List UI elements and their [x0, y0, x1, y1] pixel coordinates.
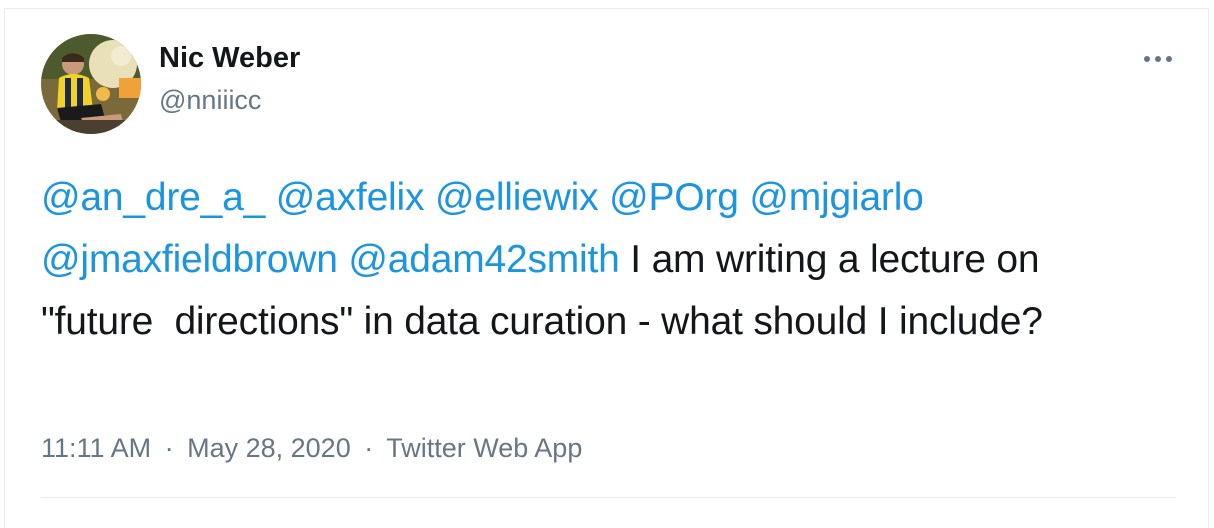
mention-link[interactable]: @an_dre_a_	[41, 176, 265, 219]
author-handle[interactable]: @nniiicc	[159, 85, 261, 116]
tweet-time[interactable]: 11:11 AM	[41, 433, 151, 463]
tweet-source[interactable]: Twitter Web App	[386, 433, 582, 463]
tweet-meta: 11:11 AM · May 28, 2020 · Twitter Web Ap…	[41, 433, 582, 464]
author-name[interactable]: Nic Weber	[159, 42, 300, 75]
tweet-text: @an_dre_a_ @axfelix @elliewix @POrg @mjg…	[41, 167, 1161, 353]
tweet-card: Nic Weber @nniiicc @an_dre_a_ @axfelix @…	[4, 8, 1209, 528]
meta-separator: ·	[364, 433, 374, 463]
mention-link[interactable]: @axfelix	[276, 176, 425, 219]
avatar-image	[41, 34, 141, 134]
divider	[41, 497, 1176, 498]
mention-link[interactable]: @jmaxfieldbrown	[41, 238, 338, 281]
avatar[interactable]	[41, 34, 141, 134]
mention-link[interactable]: @mjgiarlo	[749, 176, 924, 219]
mention-link[interactable]: @adam42smith	[348, 238, 620, 281]
mention-link[interactable]: @elliewix	[435, 176, 599, 219]
more-horizontal-icon	[1144, 56, 1172, 62]
tweet-date[interactable]: May 28, 2020	[187, 433, 351, 463]
mention-link[interactable]: @POrg	[609, 176, 739, 219]
more-options-button[interactable]	[1138, 45, 1178, 73]
meta-separator: ·	[164, 433, 174, 463]
